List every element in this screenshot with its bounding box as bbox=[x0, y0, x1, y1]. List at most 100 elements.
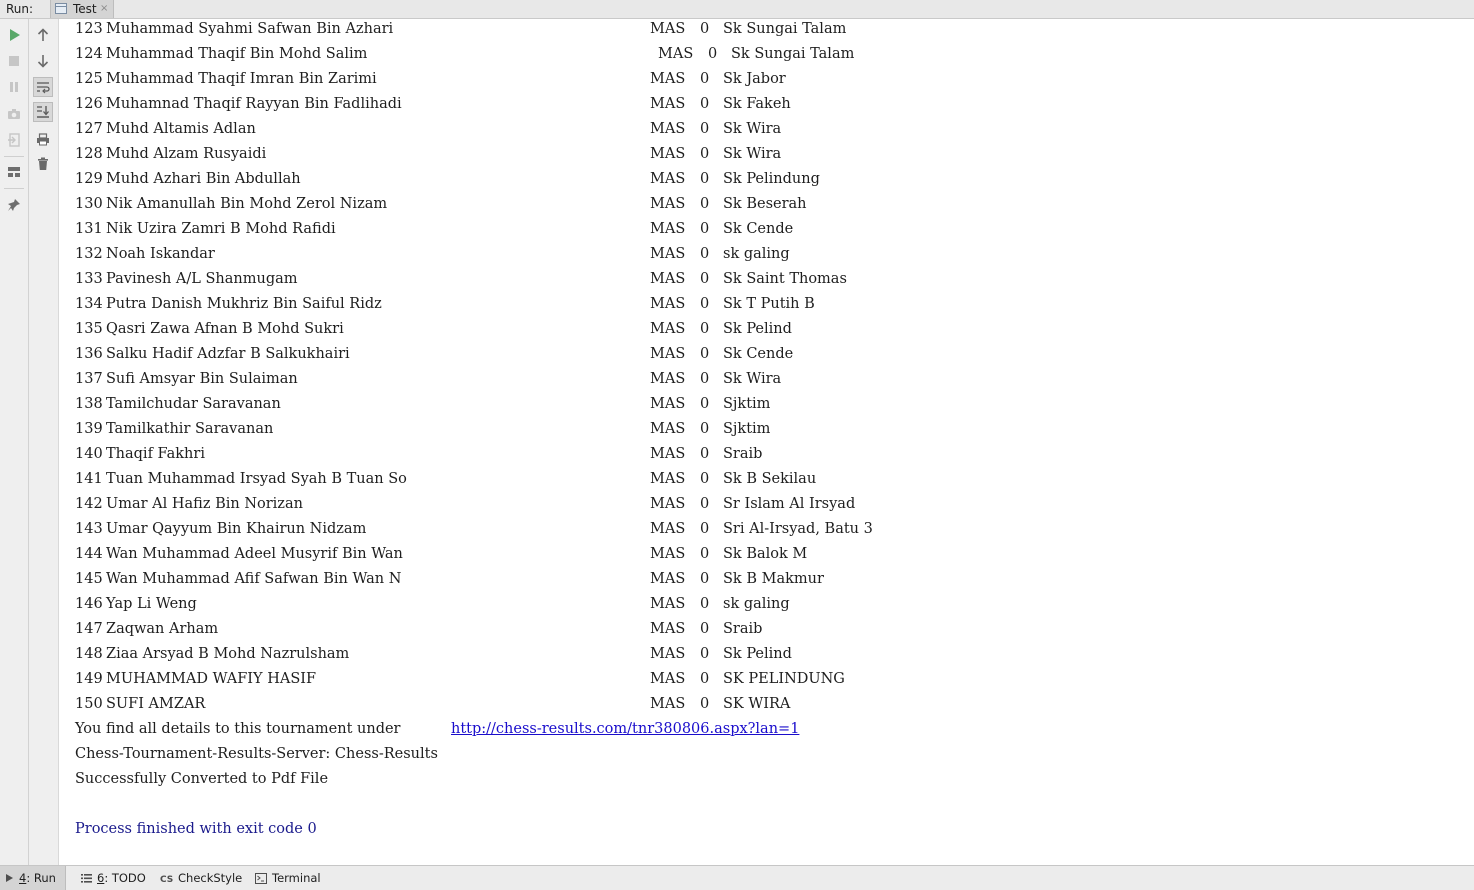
club-name: Sk Cende bbox=[723, 221, 794, 237]
club-name: Sk Saint Thomas bbox=[723, 271, 847, 287]
federation: MAS bbox=[650, 271, 686, 287]
row-number: 148 bbox=[75, 646, 103, 662]
converted-line: Successfully Converted to Pdf File bbox=[75, 771, 329, 787]
player-name: Tamilchudar Saravanan bbox=[106, 396, 281, 412]
club-name: Sk Sungai Talam bbox=[723, 21, 847, 37]
tool-window-bar: 4: Run 6: TODO CS CheckStyle Terminal bbox=[0, 865, 1474, 890]
player-name: Pavinesh A/L Shanmugam bbox=[106, 271, 298, 287]
exit-icon[interactable] bbox=[4, 130, 24, 150]
federation: MAS bbox=[650, 71, 686, 87]
rating: 0 bbox=[700, 446, 710, 462]
federation: MAS bbox=[650, 346, 686, 362]
federation: MAS bbox=[650, 146, 686, 162]
pin-icon[interactable] bbox=[4, 195, 24, 215]
club-name: Sjktim bbox=[723, 396, 771, 412]
soft-wrap-icon[interactable] bbox=[33, 77, 53, 97]
federation: MAS bbox=[650, 646, 686, 662]
player-name: Salku Hadif Adzfar B Salkukhairi bbox=[106, 346, 350, 362]
club-name: Sk Sungai Talam bbox=[731, 46, 855, 62]
player-name: Tuan Muhammad Irsyad Syah B Tuan So bbox=[106, 471, 407, 487]
federation: MAS bbox=[650, 196, 686, 212]
rating: 0 bbox=[700, 171, 710, 187]
club-name: Sk Fakeh bbox=[723, 96, 791, 112]
scroll-to-end-icon[interactable] bbox=[33, 102, 53, 122]
club-name: Sk Jabor bbox=[723, 71, 786, 87]
server-line: Chess-Tournament-Results-Server: Chess-R… bbox=[75, 746, 438, 762]
rating: 0 bbox=[700, 221, 710, 237]
row-number: 128 bbox=[75, 146, 103, 162]
club-name: sk galing bbox=[723, 246, 790, 262]
rating: 0 bbox=[700, 296, 710, 312]
federation: MAS bbox=[650, 571, 686, 587]
dump-threads-icon[interactable] bbox=[4, 104, 24, 124]
run-config-tab[interactable]: Test × bbox=[50, 0, 114, 18]
federation: MAS bbox=[658, 46, 694, 62]
federation: MAS bbox=[650, 696, 686, 712]
player-name: Thaqif Fakhri bbox=[106, 446, 205, 462]
pause-icon[interactable] bbox=[4, 77, 24, 97]
rating: 0 bbox=[700, 71, 710, 87]
run-controls-toolbar bbox=[0, 19, 29, 865]
club-name: Sraib bbox=[723, 621, 763, 637]
player-name: Noah Iskandar bbox=[106, 246, 215, 262]
rating: 0 bbox=[700, 196, 710, 212]
federation: MAS bbox=[650, 21, 686, 37]
exit-code-line: Process finished with exit code 0 bbox=[75, 821, 317, 837]
checkstyle-icon: CS bbox=[160, 873, 173, 883]
rating: 0 bbox=[700, 271, 710, 287]
run-label: Run: bbox=[6, 2, 34, 16]
federation: MAS bbox=[650, 296, 686, 312]
club-name: Sraib bbox=[723, 446, 763, 462]
club-name: Sk T Putih B bbox=[723, 296, 815, 312]
club-name: Sjktim bbox=[723, 421, 771, 437]
up-arrow-icon[interactable] bbox=[33, 25, 53, 45]
club-name: SK PELINDUNG bbox=[723, 671, 845, 687]
toolbar-separator bbox=[4, 188, 24, 189]
row-number: 139 bbox=[75, 421, 103, 437]
layout-icon[interactable] bbox=[4, 162, 24, 182]
player-name: Muhd Azhari Bin Abdullah bbox=[106, 171, 301, 187]
rating: 0 bbox=[700, 321, 710, 337]
club-name: Sri Al-Irsyad, Batu 3 bbox=[723, 521, 873, 537]
run-tool-window-header: Run: Test × bbox=[0, 0, 1474, 19]
federation: MAS bbox=[650, 421, 686, 437]
console-output[interactable]: 123 Muhammad Syahmi Safwan Bin Azhari MAS 0… bbox=[60, 19, 1474, 865]
club-name: Sk B Sekilau bbox=[723, 471, 817, 487]
close-tab-icon[interactable]: × bbox=[100, 1, 108, 17]
federation: MAS bbox=[650, 621, 686, 637]
row-number: 144 bbox=[75, 546, 103, 562]
federation: MAS bbox=[650, 396, 686, 412]
row-number: 123 bbox=[75, 21, 103, 37]
player-name: Putra Danish Mukhriz Bin Saiful Ridz bbox=[106, 296, 382, 312]
rating: 0 bbox=[700, 671, 710, 687]
player-name: Nik Uzira Zamri B Mohd Rafidi bbox=[106, 221, 336, 237]
print-icon[interactable] bbox=[33, 129, 53, 149]
player-name: Wan Muhammad Adeel Musyrif Bin Wan bbox=[106, 546, 403, 562]
tab-run[interactable]: 4: Run bbox=[0, 866, 66, 890]
row-number: 124 bbox=[75, 46, 103, 62]
player-name: Nik Amanullah Bin Mohd Zerol Nizam bbox=[106, 196, 388, 212]
club-name: Sk Wira bbox=[723, 371, 782, 387]
tab-todo[interactable]: 6: TODO bbox=[76, 866, 151, 890]
stop-icon[interactable] bbox=[4, 51, 24, 71]
club-name: Sk Wira bbox=[723, 121, 782, 137]
tab-checkstyle[interactable]: CS CheckStyle bbox=[155, 866, 247, 890]
federation: MAS bbox=[650, 671, 686, 687]
trash-icon[interactable] bbox=[33, 154, 53, 174]
terminal-icon bbox=[255, 872, 267, 884]
tournament-link[interactable]: http://chess-results.com/tnr380806.aspx?… bbox=[451, 719, 799, 739]
down-arrow-icon[interactable] bbox=[33, 51, 53, 71]
row-number: 142 bbox=[75, 496, 103, 512]
tab-terminal[interactable]: Terminal bbox=[250, 866, 326, 890]
row-number: 135 bbox=[75, 321, 103, 337]
player-name: Qasri Zawa Afnan B Mohd Sukri bbox=[106, 321, 344, 337]
rerun-icon[interactable] bbox=[4, 25, 24, 45]
rating: 0 bbox=[700, 621, 710, 637]
player-name: Muhammad Syahmi Safwan Bin Azhari bbox=[106, 21, 394, 37]
row-number: 149 bbox=[75, 671, 103, 687]
federation: MAS bbox=[650, 471, 686, 487]
player-name: Muhd Altamis Adlan bbox=[106, 121, 256, 137]
rating: 0 bbox=[700, 696, 710, 712]
player-name: Umar Qayyum Bin Khairun Nidzam bbox=[106, 521, 367, 537]
row-number: 127 bbox=[75, 121, 103, 137]
